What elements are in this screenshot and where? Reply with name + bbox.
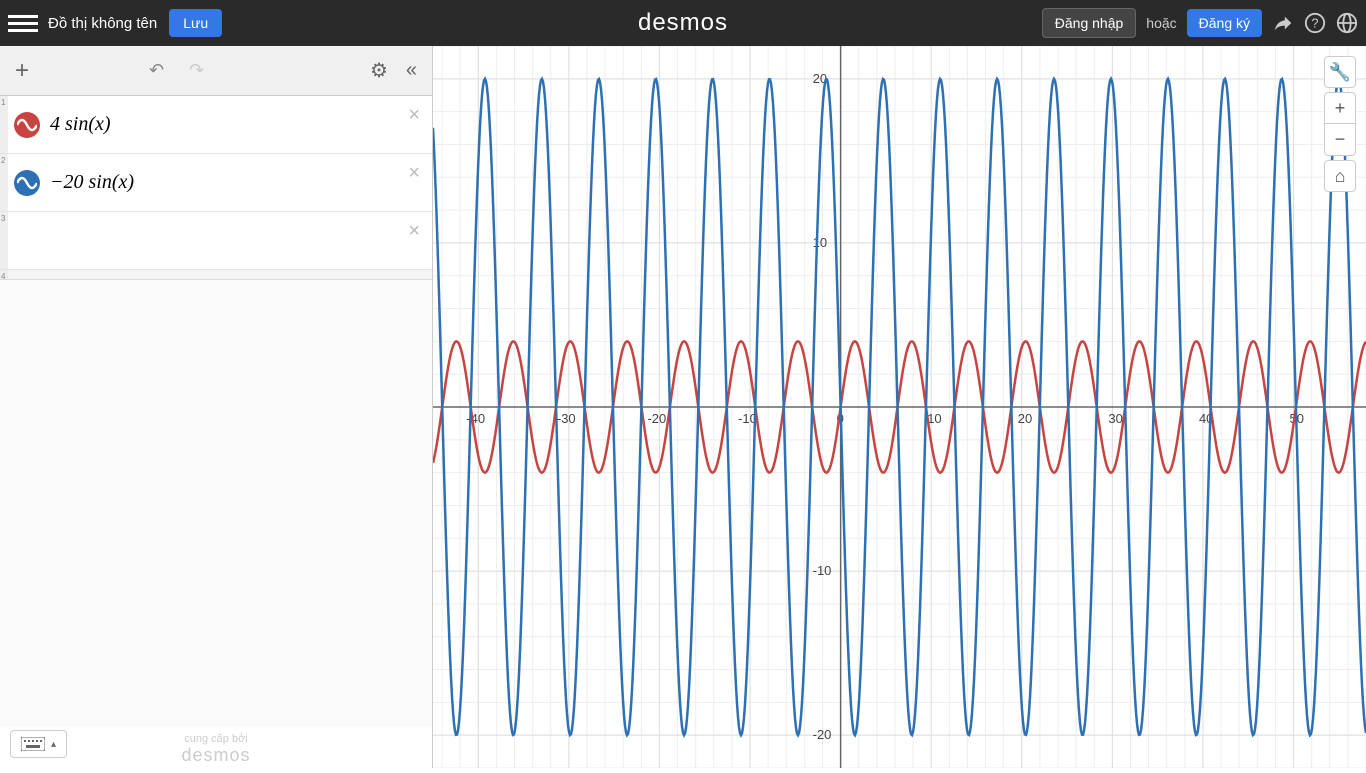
svg-text:20: 20 [1018, 411, 1032, 426]
svg-text:-30: -30 [557, 411, 576, 426]
graph-canvas[interactable]: -40-30-20-1001020304050-20-101020 🔧 + − … [433, 46, 1366, 768]
expression-color-icon[interactable] [14, 112, 40, 138]
brand-logo: desmos [638, 9, 728, 37]
expression-formula[interactable]: −20 sin(x) [50, 171, 432, 194]
expression-list: 1 4 sin(x) × 2 −20 sin(x) × 3 × 4 [0, 96, 432, 727]
delete-expression-icon[interactable]: × [408, 162, 420, 185]
menu-button[interactable] [8, 8, 38, 38]
help-icon[interactable]: ? [1304, 12, 1326, 34]
settings-icon[interactable]: ⚙ [370, 58, 388, 83]
svg-text:?: ? [1311, 16, 1318, 31]
delete-expression-icon[interactable]: × [408, 220, 420, 243]
expression-number: 1 [1, 98, 5, 107]
language-icon[interactable] [1336, 12, 1358, 34]
svg-text:-20: -20 [813, 727, 832, 742]
expression-color-icon[interactable] [14, 170, 40, 196]
undo-button[interactable]: ↶ [149, 60, 164, 81]
expression-number: 4 [1, 272, 5, 281]
expression-row[interactable]: 2 −20 sin(x) × [0, 154, 432, 212]
expression-formula[interactable]: 4 sin(x) [50, 113, 432, 136]
graph-title[interactable]: Đồ thị không tên [48, 15, 157, 32]
home-button[interactable]: ⌂ [1324, 160, 1356, 192]
or-text: hoặc [1146, 15, 1176, 31]
add-expression-button[interactable]: + [15, 57, 29, 85]
svg-text:10: 10 [813, 235, 827, 250]
save-button[interactable]: Lưu [169, 9, 222, 37]
svg-text:-10: -10 [813, 563, 832, 578]
svg-text:30: 30 [1108, 411, 1122, 426]
share-icon[interactable] [1272, 12, 1294, 34]
delete-expression-icon[interactable]: × [408, 104, 420, 127]
zoom-out-button[interactable]: − [1324, 124, 1356, 156]
wrench-icon[interactable]: 🔧 [1324, 56, 1356, 88]
zoom-in-button[interactable]: + [1324, 92, 1356, 124]
expression-number: 2 [1, 156, 5, 165]
svg-text:-20: -20 [647, 411, 666, 426]
signup-button[interactable]: Đăng ký [1187, 9, 1262, 37]
keyboard-toggle[interactable]: ▴ [10, 730, 67, 758]
expression-number: 3 [1, 214, 5, 223]
expression-row[interactable]: 1 4 sin(x) × [0, 96, 432, 154]
expression-row[interactable]: 3 × [0, 212, 432, 270]
expression-row[interactable]: 4 [0, 270, 432, 280]
collapse-panel-icon[interactable]: « [406, 59, 417, 82]
signin-button[interactable]: Đăng nhập [1042, 8, 1137, 38]
redo-button[interactable]: ↷ [189, 60, 204, 81]
